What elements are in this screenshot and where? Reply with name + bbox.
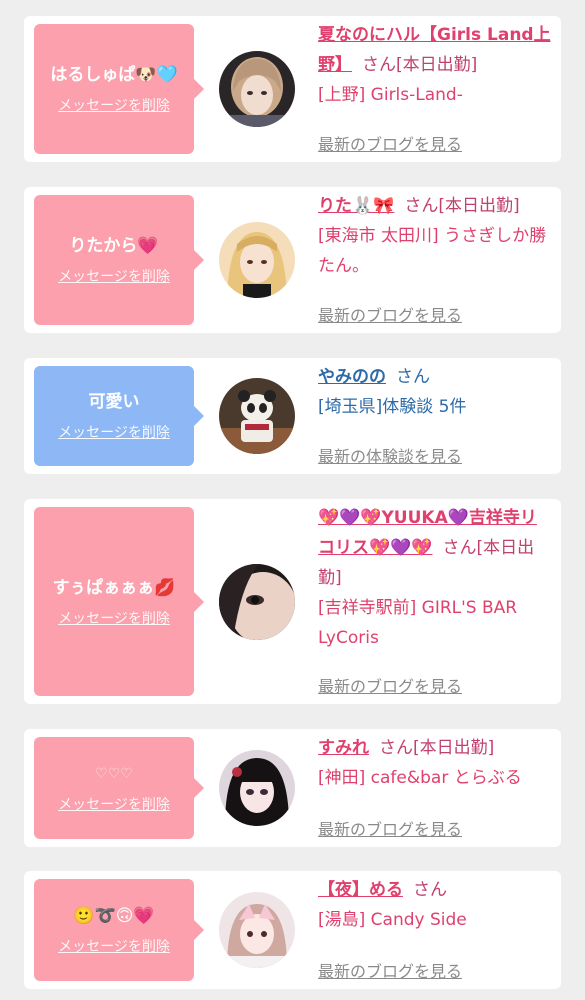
latest-blog-link[interactable]: 最新のブログを見る — [318, 961, 462, 983]
shop-detail: [神田] cafe&bar とらぶる — [318, 768, 522, 788]
list-item: はるしゅぱ🐶🩵 メッセージを削除 夏なのにハル【Girls Land上野】 さん[… — [24, 16, 561, 162]
review-count: [埼玉県]体験談 5件 — [318, 397, 467, 417]
latest-review-link[interactable]: 最新の体験談を見る — [318, 446, 462, 468]
honorific-status: さん[本日出勤] — [379, 738, 495, 758]
list-item: すぅぱぁぁぁ💋 メッセージを削除 💖💜💖YUUKA💜吉祥寺リコリス💖💜💖 さん[本… — [24, 499, 561, 704]
delete-message-link[interactable]: メッセージを削除 — [58, 610, 170, 628]
latest-blog-link[interactable]: 最新のブログを見る — [318, 676, 462, 698]
message-bubble: すぅぱぁぁぁ💋 メッセージを削除 — [34, 507, 204, 696]
avatar[interactable] — [219, 750, 295, 826]
delete-message-link[interactable]: メッセージを削除 — [58, 424, 170, 442]
item-info: りた🐰🎀 さん[本日出勤] [東海市 太田川] うさぎしか勝たん。 — [318, 191, 553, 281]
message-bubble: 🙂➰🙃💗 メッセージを削除 — [34, 879, 204, 981]
avatar-photo — [219, 750, 295, 826]
honorific-status: さん[本日出勤] — [362, 55, 478, 75]
list-item: ♡♡♡ メッセージを削除 すみれ さん[本日出勤] [神田] cafe&bar と… — [24, 729, 561, 847]
message-bubble: はるしゅぱ🐶🩵 メッセージを削除 — [34, 24, 204, 154]
latest-blog-link[interactable]: 最新のブログを見る — [318, 134, 462, 156]
item-info: 💖💜💖YUUKA💜吉祥寺リコリス💖💜💖 さん[本日出勤] [吉祥寺駅前] GIRL… — [318, 503, 553, 653]
message-list: はるしゅぱ🐶🩵 メッセージを削除 夏なのにハル【Girls Land上野】 さん[… — [0, 0, 585, 1000]
list-item: りたから💗 メッセージを削除 りた🐰🎀 さん[本日出勤] [東海市 太田川] うさ… — [24, 187, 561, 333]
avatar-photo — [219, 892, 295, 968]
delete-message-link[interactable]: メッセージを削除 — [58, 268, 170, 286]
latest-blog-link[interactable]: 最新のブログを見る — [318, 305, 462, 327]
avatar-photo — [219, 378, 295, 454]
latest-blog-link[interactable]: 最新のブログを見る — [318, 819, 462, 841]
avatar[interactable] — [219, 222, 295, 298]
name-link[interactable]: りた🐰🎀 — [318, 196, 394, 216]
honorific-status: さん[本日出勤] — [404, 196, 520, 216]
name-link[interactable]: 【夜】める — [318, 880, 403, 900]
message-text: すぅぱぁぁぁ💋 — [52, 577, 176, 598]
message-text: はるしゅぱ🐶🩵 — [50, 65, 178, 85]
avatar-photo — [219, 563, 295, 640]
message-bubble: 可愛い メッセージを削除 — [34, 366, 204, 466]
avatar[interactable] — [219, 892, 295, 968]
shop-detail: [東海市 太田川] うさぎしか勝たん。 — [318, 226, 547, 276]
message-text: 可愛い — [88, 392, 140, 412]
item-info: 【夜】める さん [湯島] Candy Side — [318, 875, 553, 935]
item-info: 夏なのにハル【Girls Land上野】 さん[本日出勤] [上野] Girls-… — [318, 20, 553, 110]
honorific-status: さん — [396, 367, 430, 387]
delete-message-link[interactable]: メッセージを削除 — [58, 796, 170, 814]
shop-detail: [上野] Girls-Land- — [318, 85, 463, 105]
avatar-photo — [219, 222, 295, 298]
shop-detail: [吉祥寺駅前] GIRL'S BAR LyCoris — [318, 598, 518, 648]
shop-detail: [湯島] Candy Side — [318, 910, 467, 930]
avatar[interactable] — [219, 378, 295, 454]
honorific-status: さん — [413, 880, 447, 900]
name-link[interactable]: やみのの — [318, 367, 386, 387]
message-text: 🙂➰🙃💗 — [73, 906, 155, 926]
name-link[interactable]: すみれ — [318, 738, 369, 758]
avatar[interactable] — [219, 563, 295, 640]
avatar-photo — [219, 51, 295, 127]
delete-message-link[interactable]: メッセージを削除 — [58, 938, 170, 956]
avatar[interactable] — [219, 51, 295, 127]
list-item: 可愛い メッセージを削除 やみのの さん [埼玉県]体験談 5件 最新の体験談を見… — [24, 358, 561, 474]
message-text: りたから💗 — [69, 236, 159, 256]
delete-message-link[interactable]: メッセージを削除 — [58, 97, 170, 115]
message-bubble: りたから💗 メッセージを削除 — [34, 195, 204, 325]
message-bubble: ♡♡♡ メッセージを削除 — [34, 737, 204, 839]
item-info: すみれ さん[本日出勤] [神田] cafe&bar とらぶる — [318, 733, 553, 793]
list-item: 🙂➰🙃💗 メッセージを削除 【夜】める さん [湯島] Candy Side 最新… — [24, 871, 561, 989]
message-text: ♡♡♡ — [95, 766, 133, 782]
item-info: やみのの さん [埼玉県]体験談 5件 — [318, 362, 553, 422]
